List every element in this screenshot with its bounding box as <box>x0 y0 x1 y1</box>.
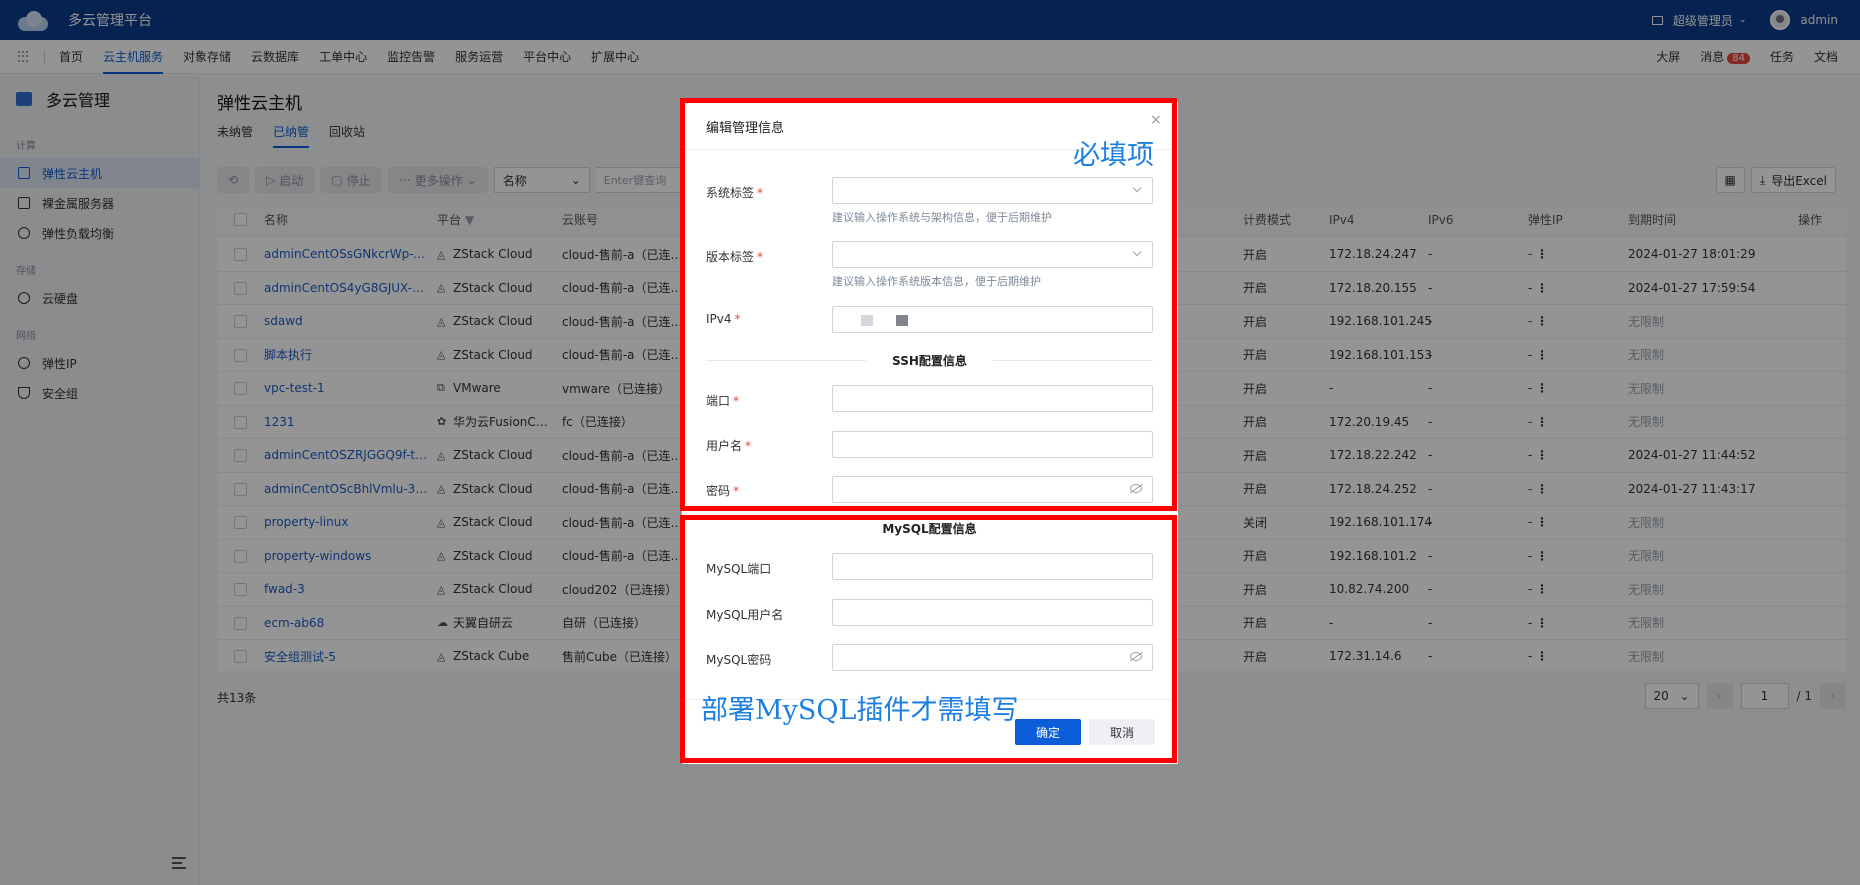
required-annotation: 必填项 <box>1073 140 1154 171</box>
mysql-annotation: 部署MySQL插件才需填写 <box>701 695 1019 726</box>
